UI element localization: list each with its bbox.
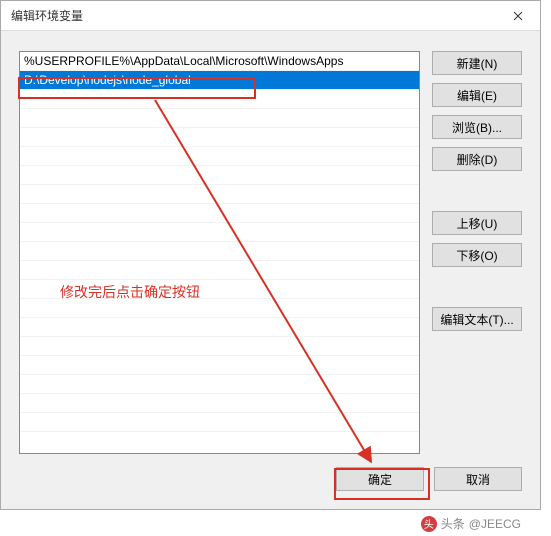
dialog-title: 编辑环境变量 — [11, 7, 83, 24]
list-item[interactable] — [20, 413, 419, 432]
list-item[interactable] — [20, 204, 419, 223]
watermark-icon: 头 — [421, 516, 437, 532]
list-item[interactable] — [20, 299, 419, 318]
list-item[interactable] — [20, 337, 419, 356]
browse-button[interactable]: 浏览(B)... — [432, 115, 522, 139]
watermark: 头 头条 @JEECG — [421, 515, 521, 532]
list-item[interactable] — [20, 356, 419, 375]
list-item[interactable] — [20, 375, 419, 394]
list-item[interactable] — [20, 90, 419, 109]
list-item[interactable] — [20, 166, 419, 185]
edit-button[interactable]: 编辑(E) — [432, 83, 522, 107]
list-item[interactable] — [20, 109, 419, 128]
move-up-button[interactable]: 上移(U) — [432, 211, 522, 235]
edit-text-button[interactable]: 编辑文本(T)... — [432, 307, 522, 331]
titlebar: 编辑环境变量 — [1, 1, 540, 31]
new-button[interactable]: 新建(N) — [432, 51, 522, 75]
list-item[interactable] — [20, 223, 419, 242]
move-down-button[interactable]: 下移(O) — [432, 243, 522, 267]
list-item[interactable] — [20, 242, 419, 261]
list-item[interactable] — [20, 147, 419, 166]
close-icon — [513, 11, 523, 21]
button-column: 新建(N) 编辑(E) 浏览(B)... 删除(D) 上移(U) 下移(O) 编… — [432, 51, 522, 454]
list-item[interactable] — [20, 318, 419, 337]
ok-button[interactable]: 确定 — [336, 467, 424, 491]
list-item[interactable] — [20, 261, 419, 280]
list-item[interactable]: D:\Develop\nodejs\node_global — [20, 71, 419, 90]
watermark-handle: @JEECG — [469, 517, 521, 531]
list-item[interactable] — [20, 128, 419, 147]
delete-button[interactable]: 删除(D) — [432, 147, 522, 171]
close-button[interactable] — [495, 1, 540, 31]
watermark-source: 头条 — [441, 515, 465, 532]
list-item[interactable] — [20, 394, 419, 413]
path-listbox[interactable]: %USERPROFILE%\AppData\Local\Microsoft\Wi… — [19, 51, 420, 454]
list-item[interactable]: %USERPROFILE%\AppData\Local\Microsoft\Wi… — [20, 52, 419, 71]
dialog-footer: 确定 取消 — [336, 467, 522, 491]
environment-variable-dialog: 编辑环境变量 %USERPROFILE%\AppData\Local\Micro… — [0, 0, 541, 510]
cancel-button[interactable]: 取消 — [434, 467, 522, 491]
list-item[interactable] — [20, 280, 419, 299]
list-item[interactable] — [20, 185, 419, 204]
dialog-content: %USERPROFILE%\AppData\Local\Microsoft\Wi… — [19, 51, 522, 454]
